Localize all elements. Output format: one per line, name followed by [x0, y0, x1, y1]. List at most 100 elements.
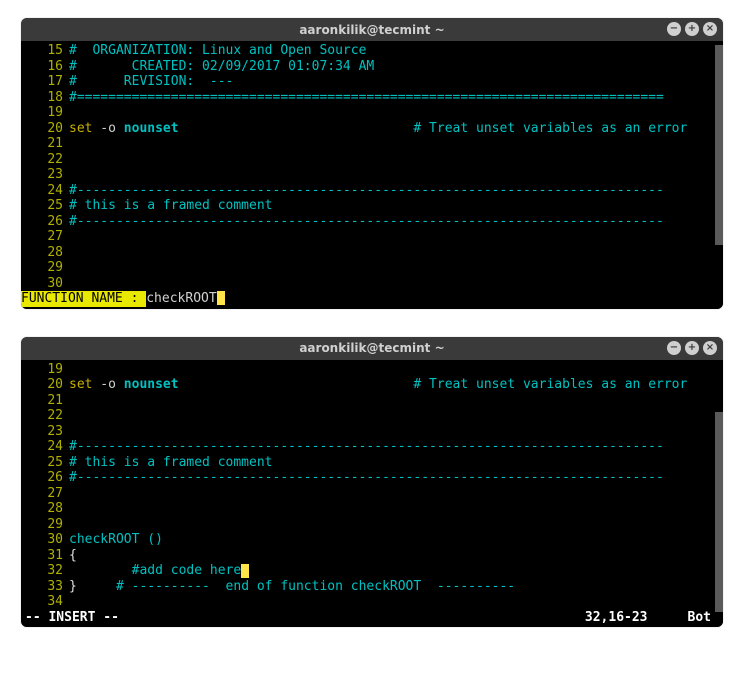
code-line[interactable]: 25# this is a framed comment [21, 198, 723, 214]
terminal-window: aaronkilik@tecmint ~−+×1920set -o nounse… [21, 337, 723, 628]
scrollbar-thumb[interactable] [715, 412, 723, 612]
code-line[interactable]: 32 #add code here [21, 563, 723, 579]
scrollbar-thumb[interactable] [715, 45, 723, 245]
line-content[interactable] [69, 393, 723, 409]
editor-viewport[interactable]: 15# ORGANIZATION: Linux and Open Source1… [21, 41, 723, 309]
line-content[interactable]: # REVISION: --- [69, 74, 723, 90]
prompt-value[interactable]: checkROOT [146, 291, 216, 307]
line-number: 18 [21, 90, 69, 106]
code-line[interactable]: 30checkROOT () [21, 532, 723, 548]
code-line[interactable]: 19 [21, 105, 723, 121]
command-prompt-line[interactable]: FUNCTION NAME : checkROOT [21, 291, 723, 307]
code-segment: -o [92, 121, 123, 136]
line-content[interactable]: #=======================================… [69, 90, 723, 106]
minimize-button[interactable]: − [667, 22, 681, 36]
line-number: 24 [21, 439, 69, 455]
line-content[interactable] [69, 260, 723, 276]
code-line[interactable]: 21 [21, 393, 723, 409]
line-content[interactable] [69, 229, 723, 245]
code-line[interactable]: 20set -o nounset # Treat unset variables… [21, 377, 723, 393]
line-content[interactable]: #add code here [69, 563, 723, 579]
code-line[interactable]: 19 [21, 362, 723, 378]
code-line[interactable]: 21 [21, 136, 723, 152]
line-content[interactable]: #---------------------------------------… [69, 214, 723, 230]
line-content[interactable]: # this is a framed comment [69, 198, 723, 214]
code-line[interactable]: 20set -o nounset # Treat unset variables… [21, 121, 723, 137]
code-segment: # this is a framed comment [69, 455, 273, 470]
code-line[interactable]: 25# this is a framed comment [21, 455, 723, 471]
prompt-label: FUNCTION NAME : [21, 291, 146, 307]
line-content[interactable] [69, 105, 723, 121]
minimize-button[interactable]: − [667, 341, 681, 355]
line-number: 15 [21, 43, 69, 59]
code-line[interactable]: 31{ [21, 548, 723, 564]
line-content[interactable] [69, 276, 723, 292]
line-content[interactable]: #---------------------------------------… [69, 439, 723, 455]
code-line[interactable]: 27 [21, 486, 723, 502]
line-number: 31 [21, 548, 69, 564]
line-content[interactable] [69, 408, 723, 424]
line-content[interactable]: } # ---------- end of function checkROOT… [69, 579, 723, 595]
line-number: 22 [21, 408, 69, 424]
line-content[interactable] [69, 245, 723, 261]
line-content[interactable]: set -o nounset # Treat unset variables a… [69, 377, 723, 393]
code-line[interactable]: 18#=====================================… [21, 90, 723, 106]
line-number: 19 [21, 362, 69, 378]
maximize-button[interactable]: + [685, 341, 699, 355]
line-content[interactable] [69, 486, 723, 502]
code-segment: # ORGANIZATION: Linux and Open Source [69, 43, 366, 58]
line-content[interactable] [69, 594, 723, 610]
line-content[interactable]: { [69, 548, 723, 564]
line-content[interactable] [69, 517, 723, 533]
code-line[interactable]: 34 [21, 594, 723, 610]
line-content[interactable]: set -o nounset # Treat unset variables a… [69, 121, 723, 137]
code-line[interactable]: 22 [21, 408, 723, 424]
code-line[interactable]: 29 [21, 260, 723, 276]
line-content[interactable]: checkROOT () [69, 532, 723, 548]
editor-viewport[interactable]: 1920set -o nounset # Treat unset variabl… [21, 360, 723, 628]
line-number: 28 [21, 245, 69, 261]
code-line[interactable]: 24#-------------------------------------… [21, 183, 723, 199]
line-content[interactable]: #---------------------------------------… [69, 183, 723, 199]
line-content[interactable] [69, 501, 723, 517]
code-segment [77, 579, 116, 594]
code-line[interactable]: 27 [21, 229, 723, 245]
line-content[interactable] [69, 424, 723, 440]
line-content[interactable]: # this is a framed comment [69, 455, 723, 471]
code-line[interactable]: 33} # ---------- end of function checkRO… [21, 579, 723, 595]
window-title: aaronkilik@tecmint ~ [299, 23, 444, 37]
line-content[interactable]: # CREATED: 02/09/2017 01:07:34 AM [69, 59, 723, 75]
line-number: 23 [21, 167, 69, 183]
code-line[interactable]: 26#-------------------------------------… [21, 470, 723, 486]
code-line[interactable]: 28 [21, 245, 723, 261]
code-line[interactable]: 29 [21, 517, 723, 533]
line-content[interactable]: #---------------------------------------… [69, 470, 723, 486]
scrollbar[interactable] [715, 362, 723, 626]
close-button[interactable]: × [703, 341, 717, 355]
code-line[interactable]: 26#-------------------------------------… [21, 214, 723, 230]
scrollbar[interactable] [715, 43, 723, 307]
line-content[interactable] [69, 167, 723, 183]
code-line[interactable]: 22 [21, 152, 723, 168]
code-line[interactable]: 23 [21, 424, 723, 440]
code-line[interactable]: 23 [21, 167, 723, 183]
line-content[interactable] [69, 136, 723, 152]
line-number: 25 [21, 198, 69, 214]
code-line[interactable]: 28 [21, 501, 723, 517]
code-segment: #add code here [132, 563, 242, 578]
line-content[interactable]: # ORGANIZATION: Linux and Open Source [69, 43, 723, 59]
code-line[interactable]: 16# CREATED: 02/09/2017 01:07:34 AM [21, 59, 723, 75]
code-line[interactable]: 17# REVISION: --- [21, 74, 723, 90]
line-content[interactable] [69, 362, 723, 378]
maximize-button[interactable]: + [685, 22, 699, 36]
code-segment: #=======================================… [69, 90, 664, 105]
line-content[interactable] [69, 152, 723, 168]
line-number: 34 [21, 594, 69, 610]
close-button[interactable]: × [703, 22, 717, 36]
code-segment: { [69, 548, 77, 563]
code-line[interactable]: 24#-------------------------------------… [21, 439, 723, 455]
line-number: 17 [21, 74, 69, 90]
code-line[interactable]: 30 [21, 276, 723, 292]
code-line[interactable]: 15# ORGANIZATION: Linux and Open Source [21, 43, 723, 59]
line-number: 32 [21, 563, 69, 579]
